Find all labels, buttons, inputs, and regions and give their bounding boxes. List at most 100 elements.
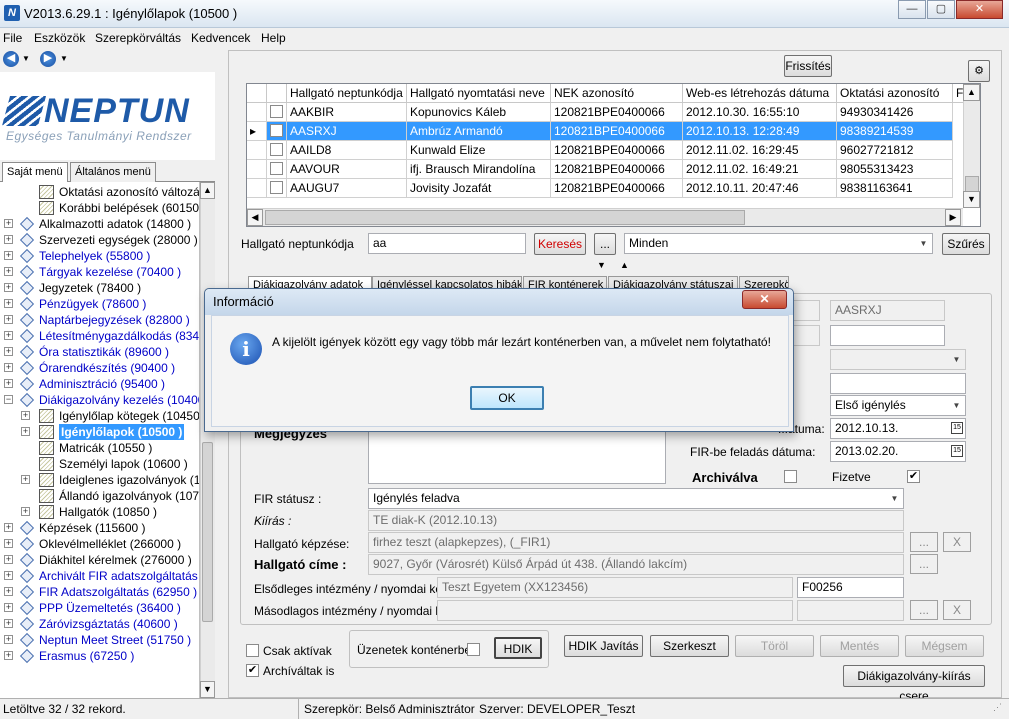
expand-icon[interactable]: + [4, 619, 13, 628]
tree-item[interactable]: + PPP Üzemeltetés (36400 ) [0, 600, 199, 616]
masodlagos-clear-button[interactable]: X [943, 600, 971, 620]
menu-help[interactable]: Help [261, 31, 286, 45]
filter-button[interactable]: Szűrés [942, 233, 990, 255]
tree-item[interactable]: + Naptárbejegyzések (82800 ) [0, 312, 199, 328]
menu-role-switch[interactable]: Szerepkörváltás [95, 31, 181, 45]
expand-icon[interactable]: + [21, 411, 30, 420]
fir-submit-field[interactable]: 2013.02.20. 15 [830, 441, 966, 462]
tree-item[interactable]: Állandó igazolványok (10700 [0, 488, 199, 504]
tree-item[interactable]: + Pénzügyek (78600 ) [0, 296, 199, 312]
tree-scroll-thumb[interactable] [202, 442, 213, 622]
tree-item[interactable]: + Órarendkészítés (90400 ) [0, 360, 199, 376]
tree-item[interactable]: + Hallgatók (10850 ) [0, 504, 199, 520]
expand-icon[interactable]: + [4, 331, 13, 340]
tree-item[interactable]: − Diákigazolvány kezelés (10400 ) [0, 392, 199, 408]
refresh-button[interactable]: Frissítés [784, 55, 832, 77]
resize-grip-icon[interactable]: ⋰ [993, 702, 1002, 713]
cim-browse-button[interactable]: ... [910, 554, 938, 574]
tree-item[interactable]: Korábbi belépések (60150 ) [0, 200, 199, 216]
expand-icon[interactable]: + [4, 635, 13, 644]
tab-general-menu[interactable]: Általános menü [70, 162, 156, 182]
settings-icon[interactable]: ⚙ [968, 60, 990, 82]
grid-header-name[interactable]: Hallgató nyomtatási neve [407, 84, 551, 103]
table-row[interactable]: AAKBIR Kopunovics Káleb 120821BPE0400066 20… [247, 103, 962, 122]
row-checkbox[interactable] [270, 143, 283, 156]
created-date-field[interactable]: 2012.10.13. 15 [830, 418, 966, 439]
delete-button[interactable]: Töröl [735, 635, 814, 657]
cancel-button[interactable]: Mégsem [905, 635, 984, 657]
grid-scroll-down-icon[interactable]: ▼ [963, 191, 980, 208]
tree-scroll-down-icon[interactable]: ▼ [200, 681, 215, 698]
forward-arrow-icon[interactable]: ▶ [40, 51, 56, 67]
expand-icon[interactable]: + [4, 283, 13, 292]
close-window-button[interactable]: ✕ [956, 0, 1003, 19]
tree-item[interactable]: + Szervezeti egységek (28000 ) [0, 232, 199, 248]
search-options-button[interactable]: ... [594, 233, 616, 255]
tree-item[interactable]: + Archivált FIR adatszolgáltatás (14 [0, 568, 199, 584]
expand-icon[interactable]: + [4, 571, 13, 580]
edit-button[interactable]: Szerkeszt [650, 635, 729, 657]
masodlagos-browse-button[interactable]: ... [910, 600, 938, 620]
grid-header-neptun[interactable]: Hallgató neptunkódja [287, 84, 407, 103]
expand-icon[interactable]: + [4, 219, 13, 228]
tree-item[interactable]: + Adminisztráció (95400 ) [0, 376, 199, 392]
tree-item[interactable]: + Diákhitel kérelmek (276000 ) [0, 552, 199, 568]
tree-scrollbar[interactable]: ▲ ▼ [200, 182, 215, 698]
collapse-down-icon[interactable]: ▼ [597, 260, 606, 270]
grid-scroll-left-icon[interactable]: ◀ [247, 209, 263, 226]
back-arrow-icon[interactable]: ◀ [3, 51, 19, 67]
grid-header-edu-id[interactable]: Oktatási azonosító [837, 84, 953, 103]
expand-icon[interactable]: + [21, 475, 30, 484]
dropdown-field-1[interactable]: ▼ [830, 349, 966, 370]
card-replace-button[interactable]: Diákigazolvány-kiírás csere [843, 665, 985, 703]
row-checkbox[interactable] [270, 181, 283, 194]
info-field-3[interactable] [830, 325, 945, 346]
menu-tools[interactable]: Eszközök [34, 31, 85, 45]
row-checkbox[interactable] [270, 162, 283, 175]
back-dropdown-icon[interactable]: ▼ [22, 54, 30, 63]
tree-item[interactable]: + Oklevélmelléklet (266000 ) [0, 536, 199, 552]
expand-icon[interactable]: + [4, 251, 13, 260]
save-button[interactable]: Mentés [820, 635, 899, 657]
grid-vscrollbar[interactable]: ▲ ▼ [963, 84, 980, 208]
tree-item[interactable]: Oktatási azonosító változás ( [0, 184, 199, 200]
tree-scroll-up-icon[interactable]: ▲ [200, 182, 215, 199]
tab-own-menu[interactable]: Saját menü [2, 162, 68, 182]
row-checkbox[interactable] [270, 124, 283, 137]
hdik-fix-button[interactable]: HDIK Javítás [564, 635, 643, 657]
archived-too-checkbox[interactable]: ✔ [246, 664, 259, 677]
expand-icon[interactable]: + [4, 347, 13, 356]
kepzes-browse-button[interactable]: ... [910, 532, 938, 552]
calendar-icon[interactable]: 15 [951, 445, 963, 457]
tree-item[interactable]: + Képzések (115600 ) [0, 520, 199, 536]
fir-status-select[interactable]: Igénylés feladva ▼ [368, 488, 904, 509]
tree-item[interactable]: Matricák (10550 ) [0, 440, 199, 456]
messages-container-checkbox[interactable] [467, 643, 480, 656]
tree-item[interactable]: + Záróvizsgáztatás (40600 ) [0, 616, 199, 632]
menu-file[interactable]: File [3, 31, 22, 45]
expand-icon[interactable]: + [4, 555, 13, 564]
filter-select[interactable]: Minden ▼ [624, 233, 933, 254]
menu-favorites[interactable]: Kedvencek [191, 31, 250, 45]
minimize-button[interactable]: — [898, 0, 926, 19]
grid-header-web-date[interactable]: Web-es létrehozás dátuma [683, 84, 837, 103]
expand-icon[interactable]: + [4, 603, 13, 612]
tree-item[interactable]: + Létesítménygazdálkodás (83400 [0, 328, 199, 344]
tree-item[interactable]: + Ideiglenes igazolványok (1065 [0, 472, 199, 488]
expand-icon[interactable]: + [4, 379, 13, 388]
tree-item[interactable]: + Erasmus (67250 ) [0, 648, 199, 664]
tree-item[interactable]: + Telephelyek (55800 ) [0, 248, 199, 264]
table-row[interactable]: AAILD8 Kunwald Elize 120821BPE0400066 2012.… [247, 141, 962, 160]
expand-icon[interactable]: + [4, 651, 13, 660]
grid-scroll-right-icon[interactable]: ▶ [945, 209, 961, 226]
search-button[interactable]: Keresés [534, 233, 586, 255]
tree-item[interactable]: + FIR Adatszolgáltatás (62950 ) [0, 584, 199, 600]
info-field-4[interactable] [830, 373, 966, 394]
table-row[interactable]: ▸ AASRXJ Ambrúz Armandó 120821BPE0400066 201… [247, 122, 962, 141]
row-checkbox[interactable] [270, 105, 283, 118]
expand-icon[interactable]: + [21, 427, 30, 436]
expand-icon[interactable]: + [4, 363, 13, 372]
expand-icon[interactable]: + [4, 267, 13, 276]
tree-item[interactable]: + Óra statisztikák (89600 ) [0, 344, 199, 360]
grid-scroll-up-icon[interactable]: ▲ [963, 84, 980, 101]
